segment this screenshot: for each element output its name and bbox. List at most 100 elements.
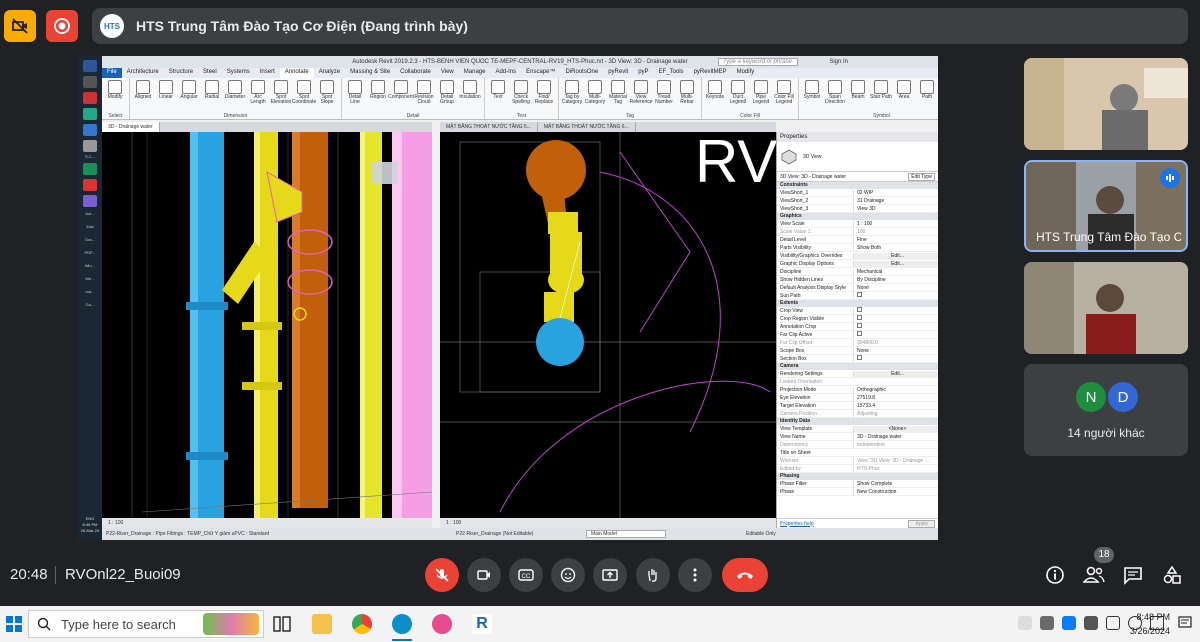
property-value[interactable]: By Discipline [853, 276, 938, 283]
ribbon-button[interactable]: Diameter [224, 80, 246, 100]
revit-menu-item[interactable]: Manage [459, 68, 491, 78]
properties-section-header[interactable]: Camera [777, 363, 938, 370]
ribbon-button[interactable]: View Reference [629, 80, 653, 105]
property-value[interactable] [853, 323, 938, 330]
revit-menu-item[interactable]: Annotate [279, 68, 314, 78]
design-option-select[interactable]: Main Model [586, 530, 666, 538]
property-value[interactable]: 304800.0 [853, 339, 938, 346]
ribbon-button[interactable]: Angular [178, 80, 200, 100]
revit-menu-item[interactable]: Add-Ins [490, 68, 521, 78]
property-value[interactable]: View "3D View: 3D - Drainage ... [853, 457, 938, 464]
property-checkbox[interactable] [857, 323, 862, 328]
tab-3d-drainage[interactable]: 3D - Drainage water [102, 122, 160, 132]
property-value[interactable]: Adjusting [853, 410, 938, 417]
revit-menu-item[interactable]: File [102, 68, 122, 78]
revit-menu-item[interactable]: pyRevitMEP [689, 68, 732, 78]
property-value[interactable]: 1 : 100 [853, 220, 938, 227]
property-value[interactable]: 31 Drainage [853, 197, 938, 204]
properties-help-link[interactable]: Properties help [780, 521, 814, 527]
ribbon-button[interactable]: Spot Elevation [270, 80, 292, 105]
revit-menu-item[interactable]: Steel [198, 68, 222, 78]
edge-icon[interactable] [392, 614, 412, 634]
ribbon-button[interactable]: Arc Length [247, 80, 269, 105]
ribbon-button[interactable]: Tread Number [653, 80, 675, 105]
property-value[interactable]: <None> [853, 425, 938, 432]
notification-icon[interactable] [1178, 616, 1192, 630]
ribbon-button[interactable]: Detail Group [436, 80, 458, 105]
ribbon-button[interactable]: Multi- Rebar [676, 80, 698, 105]
revit-menu-item[interactable]: DiRootsOne [561, 68, 604, 78]
tray-app-icon[interactable] [1040, 616, 1054, 630]
ribbon-button[interactable]: Span Direction [824, 80, 846, 105]
property-value[interactable]: Show Both [853, 244, 938, 251]
revit-menu-item[interactable]: pyP [633, 68, 653, 78]
ribbon-button[interactable]: Pipe Legend [750, 80, 772, 105]
recording-button[interactable] [46, 10, 78, 42]
properties-section-header[interactable]: Extents [777, 300, 938, 307]
ribbon-button[interactable]: Spot Slope [316, 80, 338, 105]
property-value[interactable]: Mechanical [853, 268, 938, 275]
property-value[interactable]: None [853, 284, 938, 291]
property-checkbox[interactable] [857, 355, 862, 360]
revit-menu-item[interactable]: Massing & Site [345, 68, 395, 78]
right-plan-viewport[interactable]: RV [440, 132, 776, 518]
revit-menu-item[interactable]: Modify [732, 68, 760, 78]
revit-menu-item[interactable]: Enscape™ [521, 68, 560, 78]
property-value[interactable]: HTS-Phuc [853, 465, 938, 472]
ribbon-button[interactable]: Check Spelling [510, 80, 532, 105]
properties-section-header[interactable]: Constraints [777, 182, 938, 189]
property-value[interactable] [853, 355, 938, 362]
property-checkbox[interactable] [857, 307, 862, 312]
chrome-icon[interactable] [352, 614, 372, 634]
more-options-button[interactable] [678, 558, 712, 592]
property-value[interactable]: Edit... [853, 260, 938, 267]
property-value[interactable]: 27519.8 [853, 394, 938, 401]
revit-search-input[interactable]: Type a keyword or phrase [718, 58, 798, 66]
left-view-scale[interactable]: 1 : 100 [108, 520, 123, 526]
windows-start-icon[interactable] [6, 616, 22, 632]
raise-hand-button[interactable] [636, 558, 670, 592]
ribbon-button[interactable]: Radial [201, 80, 223, 100]
property-value[interactable] [853, 307, 938, 314]
tray-app-icon[interactable] [1084, 616, 1098, 630]
ribbon-button[interactable]: Detail Line [344, 80, 366, 105]
ribbon-button[interactable]: Color Fill Legend [773, 80, 795, 105]
property-checkbox[interactable] [857, 292, 862, 297]
revit-menu-item[interactable]: pyRevit [603, 68, 633, 78]
property-value[interactable] [853, 292, 938, 299]
ribbon-button[interactable]: Modify [104, 80, 126, 100]
ribbon-button[interactable]: Component [388, 80, 414, 100]
property-value[interactable]: Orthographic [853, 386, 938, 393]
ribbon-button[interactable]: Material Tag [607, 80, 629, 105]
revit-menu-item[interactable]: Structure [164, 68, 198, 78]
revit-menu-item[interactable]: Insert [255, 68, 280, 78]
ribbon-button[interactable]: Insulation [459, 80, 481, 100]
properties-section-header[interactable]: Phasing [777, 473, 938, 480]
mic-button[interactable] [425, 558, 459, 592]
file-explorer-icon[interactable] [312, 614, 332, 634]
revit-menu-item[interactable]: Architecture [122, 68, 164, 78]
taskbar-search-input[interactable]: Type here to search [28, 610, 264, 638]
property-value[interactable]: New Construction [853, 488, 938, 495]
sign-in-link[interactable]: Sign In [829, 59, 848, 65]
revit-menu-item[interactable]: EF_Tools [654, 68, 689, 78]
participant-tile[interactable] [1024, 58, 1188, 150]
tray-app-icon[interactable] [1018, 616, 1032, 630]
property-value[interactable]: None [853, 347, 938, 354]
ribbon-button[interactable]: Symbol [801, 80, 823, 100]
ribbon-button[interactable]: Path [916, 80, 938, 100]
apply-button[interactable]: Apply [908, 519, 935, 528]
properties-section-header[interactable]: Graphics [777, 213, 938, 220]
chat-button[interactable] [1121, 563, 1145, 587]
ribbon-button[interactable]: Find/ Replace [533, 80, 555, 105]
camera-button[interactable] [467, 558, 501, 592]
property-value[interactable]: View 3D [853, 205, 938, 212]
ribbon-button[interactable]: Aligned [132, 80, 154, 100]
editable-only-toggle[interactable]: Editable Only [746, 531, 776, 537]
property-value[interactable]: 02 WIP [853, 189, 938, 196]
hide-self-view-button[interactable] [4, 10, 36, 42]
people-button[interactable] [1082, 563, 1106, 587]
task-view-icon[interactable] [272, 614, 292, 634]
left-3d-viewport[interactable] [102, 132, 432, 518]
revit-menu-item[interactable]: View [436, 68, 459, 78]
